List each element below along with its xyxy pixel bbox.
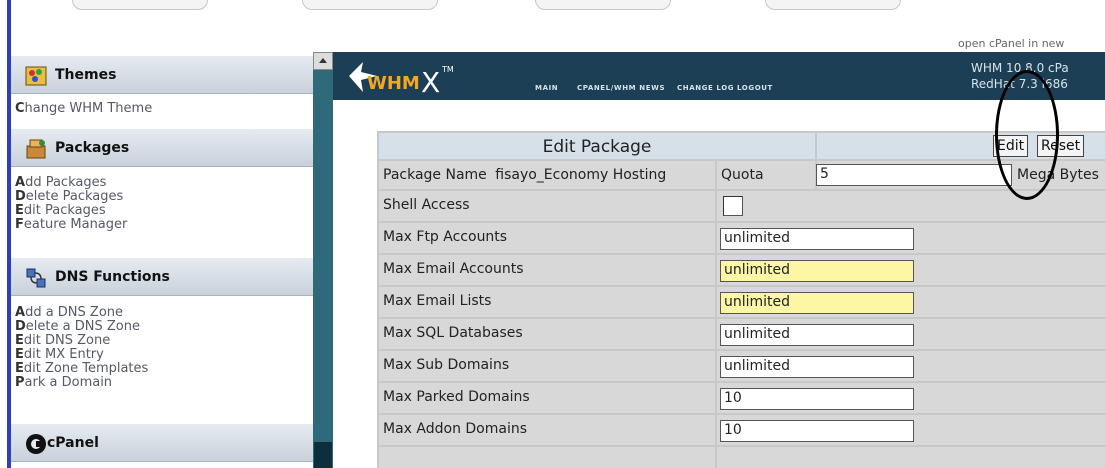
- edit-package-title: Edit Package: [378, 132, 816, 160]
- package-name-label: Package Name: [383, 167, 487, 183]
- row-value-max-email-accounts: unlimited: [716, 254, 1105, 286]
- whm-logo: WHM X TM: [349, 62, 454, 96]
- row-value-max-sql-databases: unlimited: [716, 318, 1105, 350]
- sidebar-section-title: Packages: [55, 140, 130, 156]
- row-value-max-sub-domains: unlimited: [716, 350, 1105, 382]
- main-content: WHM X TM MAIN CPANEL/WHM NEWS CHANGE LOG…: [333, 52, 1105, 468]
- sidebar-section-packages[interactable]: Packages: [11, 129, 313, 167]
- dns-functions-icon: [26, 268, 46, 288]
- scrollbar-thumb[interactable]: [314, 442, 332, 468]
- max-email-lists-input[interactable]: unlimited: [720, 292, 914, 314]
- quota-label: Quota: [716, 160, 816, 190]
- sidebar-link-park-domain[interactable]: Park a Domain: [15, 376, 112, 390]
- row-value-shell-access: [716, 190, 1105, 222]
- svg-text:TM: TM: [441, 65, 454, 74]
- sidebar-section-title: DNS Functions: [55, 269, 170, 285]
- sidebar: Themes Change WHM Theme Packages Add Pac…: [11, 52, 313, 468]
- sidebar-section-title: cPanel: [47, 435, 99, 451]
- link-initial: E: [15, 203, 24, 218]
- version-line: WHM 10.8.0 cPa: [971, 61, 1069, 75]
- package-name-value: fisayo_Economy Hosting: [495, 167, 667, 183]
- cpanel-logo-icon: [26, 434, 46, 454]
- max-email-accounts-input[interactable]: unlimited: [720, 260, 914, 282]
- shell-access-checkbox[interactable]: [723, 196, 743, 216]
- link-initial: A: [15, 175, 26, 190]
- row-value-max-addon-domains: 10: [716, 414, 1105, 446]
- sidebar-link-delete-packages[interactable]: Delete Packages: [15, 190, 123, 204]
- nav-cpanel-whm-news[interactable]: CPANEL/WHM NEWS: [577, 84, 665, 92]
- link-initial: D: [15, 319, 26, 334]
- row-value-max-parked-domains: 10: [716, 382, 1105, 414]
- sidebar-link-add-dns-zone[interactable]: Add a DNS Zone: [15, 306, 123, 320]
- row-value-max-email-lists: unlimited: [716, 286, 1105, 318]
- whm-header: WHM X TM MAIN CPANEL/WHM NEWS CHANGE LOG…: [333, 52, 1105, 100]
- row-value-next: [716, 446, 1105, 468]
- link-initial: D: [15, 189, 26, 204]
- quota-input[interactable]: 5: [816, 164, 1012, 186]
- link-initial: F: [15, 217, 24, 232]
- link-initial: C: [15, 101, 25, 116]
- link-initial: E: [15, 333, 24, 348]
- sidebar-section-dns-functions[interactable]: DNS Functions: [11, 258, 313, 296]
- max-addon-domains-input[interactable]: 10: [720, 420, 914, 442]
- link-initial: E: [15, 347, 24, 362]
- svg-text:WHM: WHM: [367, 73, 420, 94]
- sidebar-link-feature-manager[interactable]: Feature Manager: [15, 218, 127, 232]
- sidebar-section-cpanel[interactable]: cPanel: [11, 424, 313, 462]
- row-label-max-ftp-accounts: Max Ftp Accounts: [378, 222, 716, 254]
- top-tab-4[interactable]: [765, 0, 901, 10]
- sidebar-scrollbar[interactable]: [313, 52, 333, 468]
- max-parked-domains-input[interactable]: 10: [720, 388, 914, 410]
- sidebar-link-edit-zone-templates[interactable]: Edit Zone Templates: [15, 362, 148, 376]
- whm-version-info: WHM 10.8.0 cPa RedHat 7.3 i686: [971, 60, 1069, 92]
- sidebar-section-themes[interactable]: Themes: [11, 56, 313, 94]
- browser-top-strip: [0, 0, 1105, 28]
- package-name-cell: Package Name fisayo_Economy Hosting: [378, 160, 716, 190]
- os-line: RedHat 7.3 i686: [971, 77, 1068, 91]
- top-tab-1[interactable]: [72, 0, 208, 10]
- quota-unit: Mega Bytes: [1017, 167, 1099, 183]
- scroll-up-arrow-icon[interactable]: [313, 52, 333, 70]
- edit-package-table: Edit Package Edit Reset Package Name fis…: [377, 131, 1105, 468]
- packages-icon: [26, 139, 46, 159]
- quota-cell: 5 Mega Bytes: [816, 160, 1105, 190]
- nav-change-log[interactable]: CHANGE LOG: [677, 84, 734, 92]
- link-initial: E: [15, 361, 24, 376]
- row-label-max-sub-domains: Max Sub Domains: [378, 350, 716, 382]
- max-sub-domains-input[interactable]: unlimited: [720, 356, 914, 378]
- row-label-shell-access: Shell Access: [378, 190, 716, 222]
- title-actions-cell: Edit Reset: [816, 132, 1105, 160]
- sidebar-link-edit-packages[interactable]: Edit Packages: [15, 204, 106, 218]
- row-value-max-ftp-accounts: unlimited: [716, 222, 1105, 254]
- max-ftp-accounts-input[interactable]: unlimited: [720, 228, 914, 250]
- open-cpanel-link[interactable]: open cPanel in new: [958, 37, 1064, 50]
- nav-main[interactable]: MAIN: [535, 84, 558, 92]
- svg-text:X: X: [421, 66, 440, 96]
- row-label-max-email-lists: Max Email Lists: [378, 286, 716, 318]
- edit-button[interactable]: Edit: [993, 135, 1029, 157]
- themes-icon: [25, 66, 47, 86]
- sidebar-link-add-packages[interactable]: Add Packages: [15, 176, 106, 190]
- sidebar-link-change-whm-theme[interactable]: Change WHM Theme: [15, 102, 152, 116]
- sidebar-link-edit-mx-entry[interactable]: Edit MX Entry: [15, 348, 104, 362]
- sidebar-link-edit-dns-zone[interactable]: Edit DNS Zone: [15, 334, 110, 348]
- top-tab-3[interactable]: [535, 0, 671, 10]
- link-initial: A: [15, 305, 26, 320]
- max-sql-databases-input[interactable]: unlimited: [720, 324, 914, 346]
- row-label-max-addon-domains: Max Addon Domains: [378, 414, 716, 446]
- link-initial: P: [15, 375, 25, 390]
- row-label-next: [378, 446, 716, 468]
- top-tab-2[interactable]: [302, 0, 438, 10]
- row-label-max-sql-databases: Max SQL Databases: [378, 318, 716, 350]
- sidebar-section-title: Themes: [55, 67, 117, 83]
- nav-logout[interactable]: LOGOUT: [737, 84, 773, 92]
- row-label-max-parked-domains: Max Parked Domains: [378, 382, 716, 414]
- sidebar-link-delete-dns-zone[interactable]: Delete a DNS Zone: [15, 320, 140, 334]
- reset-button[interactable]: Reset: [1037, 135, 1085, 157]
- row-label-max-email-accounts: Max Email Accounts: [378, 254, 716, 286]
